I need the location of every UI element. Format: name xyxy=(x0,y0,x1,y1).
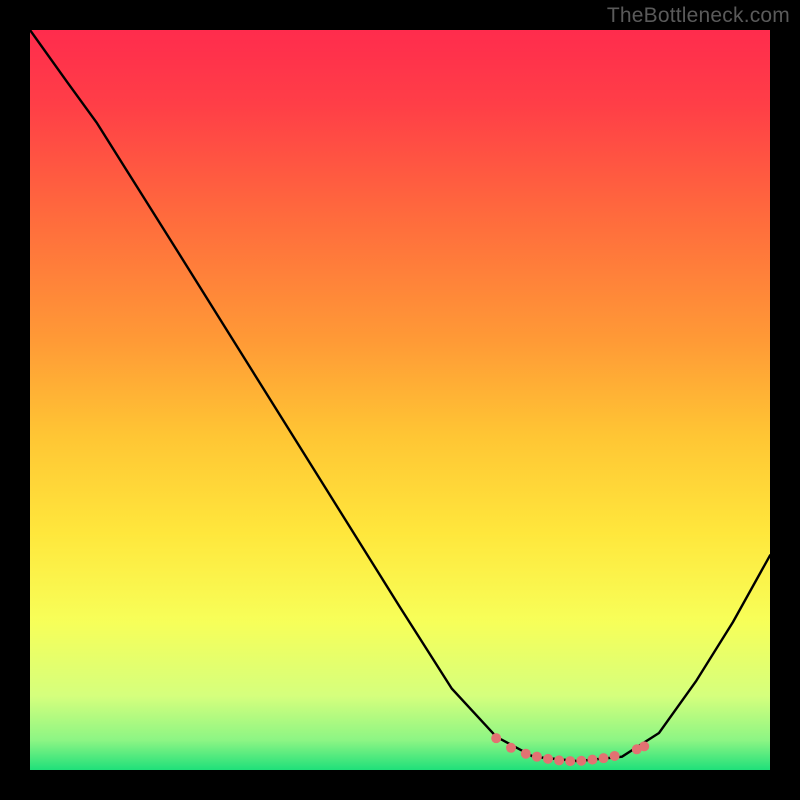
watermark-text: TheBottleneck.com xyxy=(607,4,790,28)
gradient-background xyxy=(30,30,770,770)
marker-dot xyxy=(599,753,609,763)
marker-dot xyxy=(506,743,516,753)
marker-dot xyxy=(554,755,564,765)
marker-dot xyxy=(565,756,575,766)
marker-dot xyxy=(491,733,501,743)
chart-svg xyxy=(30,30,770,770)
marker-dot xyxy=(576,756,586,766)
marker-dot xyxy=(543,754,553,764)
marker-dot xyxy=(610,751,620,761)
marker-dot xyxy=(521,749,531,759)
marker-dot xyxy=(587,755,597,765)
plot-area xyxy=(30,30,770,770)
chart-container: TheBottleneck.com xyxy=(0,0,800,800)
marker-dot xyxy=(532,752,542,762)
marker-dot xyxy=(639,741,649,751)
